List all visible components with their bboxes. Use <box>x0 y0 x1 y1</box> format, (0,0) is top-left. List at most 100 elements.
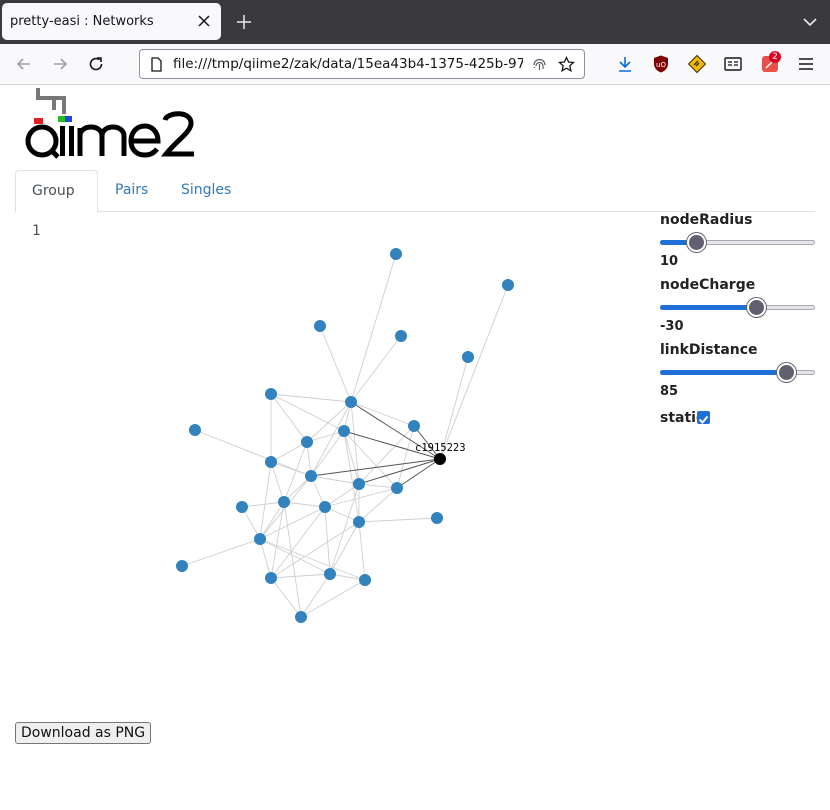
browser-tab-bar: pretty-easi : Networks <box>0 0 830 44</box>
network-node[interactable] <box>236 501 248 513</box>
link-distance-slider[interactable] <box>660 363 816 383</box>
node-charge-value: -30 <box>660 319 684 334</box>
extension-badge: 2 <box>769 51 781 63</box>
fingerprint-icon[interactable] <box>531 56 548 73</box>
highlighted-link <box>310 458 441 477</box>
network-link <box>350 335 402 403</box>
network-node[interactable] <box>353 478 365 490</box>
highlighted-node-label: c1915223 <box>415 442 466 454</box>
network-link <box>300 579 366 618</box>
network-link <box>259 538 272 579</box>
slider-thumb[interactable] <box>747 298 767 317</box>
link-distance-label: linkDistance <box>660 342 758 358</box>
network-node[interactable] <box>295 611 307 623</box>
browser-tab[interactable]: pretty-easi : Networks <box>2 3 221 40</box>
node-charge-label: nodeCharge <box>660 277 756 293</box>
network-node[interactable] <box>265 388 277 400</box>
network-link <box>358 517 438 523</box>
tab-singles[interactable]: Singles <box>165 170 247 212</box>
network-link <box>259 506 326 540</box>
tab-group-1[interactable]: Group 1 <box>15 170 98 239</box>
tab-nav: Group 1 Pairs Singles <box>15 170 815 239</box>
network-link <box>358 521 366 581</box>
slider-thumb[interactable] <box>686 233 706 252</box>
highlighted-node[interactable] <box>434 453 446 465</box>
network-node[interactable] <box>462 351 474 363</box>
network-link <box>270 441 308 463</box>
network-link <box>350 253 397 403</box>
download-icon[interactable] <box>615 54 635 74</box>
url-text[interactable]: file:///tmp/qiime2/zak/data/15ea43b4-137… <box>173 56 523 72</box>
back-icon[interactable] <box>14 54 34 74</box>
node-radius-value: 10 <box>660 254 679 269</box>
network-link <box>300 573 331 618</box>
url-bar[interactable]: file:///tmp/qiime2/zak/data/15ea43b4-137… <box>139 49 585 79</box>
slider-thumb[interactable] <box>776 363 796 382</box>
bookmark-star-icon[interactable] <box>558 56 575 73</box>
close-tab-icon[interactable] <box>195 12 213 30</box>
network-node[interactable] <box>390 248 402 260</box>
network-link <box>270 393 308 443</box>
network-node[interactable] <box>314 320 326 332</box>
reader-view-icon[interactable] <box>723 54 743 74</box>
network-link <box>270 461 285 503</box>
network-link <box>319 325 352 403</box>
network-link <box>270 501 285 579</box>
network-link <box>194 429 312 477</box>
file-icon <box>151 57 162 72</box>
node-charge-slider[interactable] <box>660 298 816 318</box>
network-node[interactable] <box>278 496 290 508</box>
network-link <box>283 501 302 618</box>
navigation-toolbar: file:///tmp/qiime2/zak/data/15ea43b4-137… <box>0 44 830 85</box>
network-node[interactable] <box>324 568 336 580</box>
network-node[interactable] <box>431 512 443 524</box>
network-link <box>283 501 326 508</box>
network-node[interactable] <box>408 420 420 432</box>
network-link <box>270 573 331 579</box>
network-node[interactable] <box>305 470 317 482</box>
network-link <box>270 393 345 432</box>
network-link <box>324 483 360 508</box>
static-checkbox[interactable] <box>697 411 710 424</box>
slider-fill <box>660 305 757 310</box>
network-node[interactable] <box>353 516 365 528</box>
network-node[interactable] <box>189 424 201 436</box>
network-node[interactable] <box>345 396 357 408</box>
network-link <box>270 393 352 403</box>
reload-icon[interactable] <box>86 54 106 74</box>
network-node[interactable] <box>319 501 331 513</box>
slider-fill <box>660 370 786 375</box>
network-link <box>439 284 509 460</box>
network-link <box>283 441 308 503</box>
network-graph[interactable]: c1915223 <box>15 212 655 712</box>
node-radius-slider[interactable] <box>660 233 816 253</box>
extension-button[interactable]: 2 <box>759 51 783 76</box>
ublock-icon[interactable]: uO <box>651 54 671 74</box>
new-tab-icon[interactable] <box>234 12 254 32</box>
network-node[interactable] <box>265 572 277 584</box>
link-distance-value: 85 <box>660 384 679 399</box>
network-node[interactable] <box>395 330 407 342</box>
hamburger-menu-icon[interactable] <box>796 54 816 74</box>
network-link <box>270 521 360 579</box>
network-link <box>181 538 261 567</box>
chevron-down-icon[interactable] <box>802 14 818 30</box>
tab-pairs[interactable]: Pairs <box>99 170 164 212</box>
network-link <box>259 538 366 581</box>
network-link <box>241 501 285 508</box>
network-node[interactable] <box>338 425 350 437</box>
network-node[interactable] <box>391 482 403 494</box>
network-link <box>270 461 312 477</box>
download-png-button[interactable]: Download as PNG <box>15 722 152 744</box>
qiime2-logo <box>25 88 194 159</box>
network-node[interactable] <box>301 436 313 448</box>
network-node[interactable] <box>176 560 188 572</box>
network-link <box>310 430 345 477</box>
extension-diamond-icon[interactable] <box>687 54 707 74</box>
svg-text:uO: uO <box>656 61 666 69</box>
network-node[interactable] <box>502 279 514 291</box>
network-node[interactable] <box>265 456 277 468</box>
network-node[interactable] <box>254 533 266 545</box>
forward-icon[interactable] <box>50 54 70 74</box>
network-node[interactable] <box>359 574 371 586</box>
